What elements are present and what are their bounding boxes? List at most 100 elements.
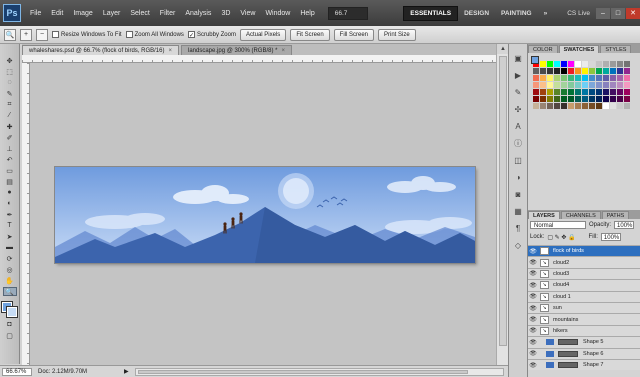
- layer-row[interactable]: 👁 ↘ cloud 1: [528, 290, 640, 302]
- tab-channels[interactable]: CHANNELS: [560, 211, 601, 219]
- color-swatch[interactable]: [582, 89, 588, 95]
- visibility-eye-icon[interactable]: 👁: [528, 259, 538, 266]
- color-swatch[interactable]: [561, 96, 567, 102]
- color-swatch[interactable]: [561, 89, 567, 95]
- color-swatch[interactable]: [610, 75, 616, 81]
- color-swatch[interactable]: [547, 68, 553, 74]
- color-swatch[interactable]: [603, 89, 609, 95]
- layer-row[interactable]: 👁 ↘ cloud2: [528, 256, 640, 268]
- color-swatch[interactable]: [589, 68, 595, 74]
- color-swatch[interactable]: [617, 61, 623, 67]
- zoom-in-icon[interactable]: +: [20, 28, 32, 41]
- color-swatch[interactable]: [547, 103, 553, 109]
- color-swatch[interactable]: [582, 75, 588, 81]
- close-icon[interactable]: ×: [168, 48, 172, 54]
- color-swatch[interactable]: [610, 68, 616, 74]
- color-swatch[interactable]: [561, 68, 567, 74]
- color-swatch[interactable]: [624, 75, 630, 81]
- menu-3d[interactable]: 3D: [216, 10, 235, 17]
- character-icon[interactable]: A: [512, 120, 524, 132]
- color-swatch[interactable]: [561, 61, 567, 67]
- paragraph-icon[interactable]: ¶: [512, 222, 524, 234]
- scrubby-zoom-checkbox[interactable]: ✓ Scrubby Zoom: [187, 31, 236, 39]
- color-swatch[interactable]: [596, 96, 602, 102]
- color-swatch[interactable]: [624, 68, 630, 74]
- color-swatch[interactable]: [582, 68, 588, 74]
- clone-source-icon[interactable]: ✣: [512, 103, 524, 115]
- color-swatch[interactable]: [617, 75, 623, 81]
- crop-tool-icon[interactable]: ⌗: [3, 100, 17, 109]
- color-swatch[interactable]: [624, 82, 630, 88]
- workspace-more[interactable]: »: [538, 7, 554, 20]
- document-size[interactable]: Doc: 2.12M/9.70M: [38, 369, 118, 375]
- color-swatch[interactable]: [540, 82, 546, 88]
- menu-edit[interactable]: Edit: [46, 10, 68, 17]
- color-swatch[interactable]: [624, 96, 630, 102]
- brush-tool-icon[interactable]: ✐: [3, 133, 17, 142]
- layer-row[interactable]: 👁 Shape 6: [528, 347, 640, 359]
- hand-tool-icon[interactable]: ✋: [3, 276, 17, 285]
- tab-whaleshares[interactable]: whaleshares.psd @ 66.7% (flock of birds,…: [22, 45, 179, 55]
- marquee-tool-icon[interactable]: ⬚: [3, 67, 17, 76]
- tab-swatches[interactable]: SWATCHES: [558, 45, 600, 53]
- brush-presets-icon[interactable]: ✎: [512, 86, 524, 98]
- color-swatch[interactable]: [540, 61, 546, 67]
- workspace-design[interactable]: DESIGN: [458, 7, 495, 20]
- eyedropper-tool-icon[interactable]: ⁄: [3, 111, 17, 120]
- healing-brush-tool-icon[interactable]: ✚: [3, 122, 17, 131]
- color-swatch[interactable]: [610, 61, 616, 67]
- blend-mode-select[interactable]: Normal: [530, 221, 586, 229]
- minimize-button[interactable]: –: [596, 7, 610, 19]
- navigator-icon[interactable]: ◫: [512, 154, 524, 166]
- color-swatch[interactable]: [624, 103, 630, 109]
- color-swatch[interactable]: [589, 96, 595, 102]
- layer-row[interactable]: 👁 ↘ hikers: [528, 324, 640, 337]
- color-swatch[interactable]: [561, 103, 567, 109]
- color-swatch[interactable]: [596, 68, 602, 74]
- color-swatch[interactable]: [554, 68, 560, 74]
- tab-color[interactable]: COLOR: [528, 45, 558, 53]
- color-swatch[interactable]: [533, 103, 539, 109]
- color-swatch[interactable]: [589, 82, 595, 88]
- color-swatch[interactable]: [533, 96, 539, 102]
- color-swatch[interactable]: [589, 103, 595, 109]
- status-menu-arrow-icon[interactable]: ▶: [124, 368, 129, 375]
- color-swatch[interactable]: [596, 61, 602, 67]
- actual-pixels-button[interactable]: Actual Pixels: [239, 28, 287, 41]
- visibility-eye-icon[interactable]: 👁: [528, 327, 538, 334]
- dodge-tool-icon[interactable]: ◐: [3, 199, 17, 208]
- color-swatch[interactable]: [568, 61, 574, 67]
- color-swatch[interactable]: [547, 75, 553, 81]
- gradient-tool-icon[interactable]: ▤: [3, 177, 17, 186]
- color-swatch[interactable]: [575, 61, 581, 67]
- visibility-eye-icon[interactable]: 👁: [528, 350, 538, 357]
- path-select-tool-icon[interactable]: ➤: [3, 232, 17, 241]
- screen-mode-icon[interactable]: ▢: [3, 331, 17, 340]
- print-size-button[interactable]: Print Size: [378, 28, 416, 41]
- color-swatch[interactable]: [533, 82, 539, 88]
- layer-row[interactable]: 👁 Shape 5: [528, 336, 640, 348]
- 3d-icon[interactable]: ◇: [512, 239, 524, 251]
- color-swatch[interactable]: [617, 82, 623, 88]
- zoom-level-select[interactable]: 66.7: [327, 6, 368, 20]
- menu-file[interactable]: File: [25, 10, 46, 17]
- color-swatch[interactable]: [540, 96, 546, 102]
- color-swatch[interactable]: [540, 89, 546, 95]
- color-swatch[interactable]: [617, 96, 623, 102]
- horizontal-ruler[interactable]: [22, 55, 496, 63]
- opacity-field[interactable]: 100%: [614, 221, 635, 229]
- visibility-eye-icon[interactable]: 👁: [528, 305, 538, 312]
- menu-analysis[interactable]: Analysis: [180, 10, 216, 17]
- 3d-rotate-tool-icon[interactable]: ⟳: [3, 254, 17, 263]
- color-swatch[interactable]: [582, 96, 588, 102]
- pen-tool-icon[interactable]: ✒: [3, 210, 17, 219]
- visibility-eye-icon[interactable]: 👁: [528, 316, 538, 323]
- close-icon[interactable]: ×: [281, 48, 285, 54]
- layer-row[interactable]: 👁 ↘ mountains: [528, 313, 640, 325]
- color-swatch[interactable]: [575, 103, 581, 109]
- workspace-painting[interactable]: PAINTING: [495, 7, 538, 20]
- zoom-tool-icon[interactable]: 🔍: [4, 28, 16, 41]
- color-swatch[interactable]: [603, 75, 609, 81]
- shape-tool-icon[interactable]: ▬: [3, 243, 17, 252]
- color-swatch[interactable]: [533, 75, 539, 81]
